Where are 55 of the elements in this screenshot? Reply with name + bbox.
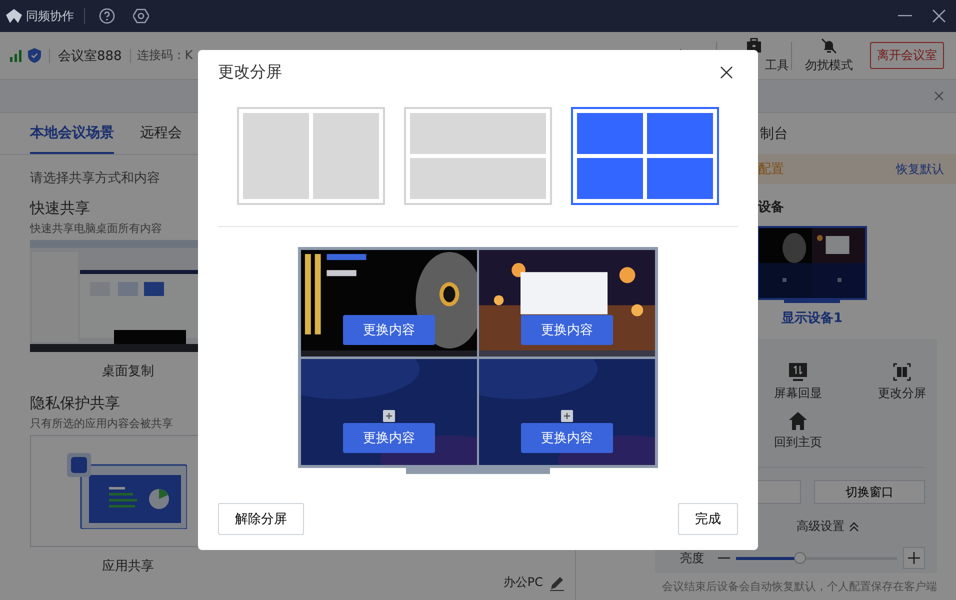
option-label: 应用共享 [101, 558, 155, 575]
change-content-button[interactable]: 更换内容 [521, 314, 613, 344]
option-label: 桌面复制 [101, 363, 155, 380]
plus-icon[interactable] [908, 552, 920, 564]
change-content-button[interactable]: 更换内容 [521, 423, 613, 453]
footer-note: 会议结束后设备会自动恢复默认，个人配置保存在客户端 [661, 579, 938, 594]
display-name[interactable]: 显示设备1 [781, 309, 843, 327]
action-label[interactable]: 屏幕回显 [774, 385, 822, 402]
section-description: 只有所选的应用内容会被共享 [30, 416, 174, 431]
home-icon[interactable] [789, 412, 807, 430]
leave-room-button[interactable]: 离开会议室 [870, 42, 944, 69]
connection-code: 连接码：K [136, 47, 193, 64]
room-name: 会议室888 [58, 48, 122, 64]
close-icon[interactable] [720, 66, 733, 78]
clear-split-button[interactable]: 解除分屏 [218, 503, 304, 535]
dialog-title: 更改分屏 [218, 62, 282, 82]
change-content-button[interactable]: 更换内容 [343, 314, 435, 344]
tool-label[interactable]: 工具 [765, 56, 789, 74]
chevron-up-icon[interactable] [848, 522, 858, 532]
plus-icon[interactable] [383, 410, 395, 422]
tool-label[interactable]: 勿扰模式 [805, 56, 853, 74]
device-name: 办公PC [503, 574, 543, 591]
plus-icon[interactable] [561, 410, 573, 422]
signal-icon [10, 50, 22, 62]
section-title: 快速共享 [30, 199, 91, 218]
tab[interactable]: 制台 [760, 124, 788, 142]
switch-window-button[interactable]: 切换窗口 [814, 480, 925, 504]
close-icon[interactable] [932, 9, 946, 23]
pencil-icon[interactable] [549, 574, 565, 590]
section-title: 隐私保护共享 [30, 394, 121, 413]
prompt-text: 请选择共享方式和内容 [30, 170, 161, 187]
app-name: 同频协作 [26, 8, 74, 24]
layout-option[interactable] [571, 107, 719, 205]
advanced-settings-toggle[interactable]: 高级设置 [796, 518, 844, 535]
selection-bar [784, 300, 840, 303]
tab[interactable]: 远程会 [140, 113, 182, 154]
restore-default-link[interactable]: 恢复默认 [896, 160, 944, 178]
notice-text: 配置 [758, 161, 784, 178]
section-description: 快速共享电脑桌面所有内容 [30, 221, 163, 236]
brightness-label: 亮度 [679, 550, 705, 566]
plus-button[interactable] [903, 547, 925, 569]
action-label[interactable]: 更改分屏 [878, 385, 926, 402]
section-title: 设备 [757, 199, 785, 216]
bell-off-icon[interactable] [821, 38, 837, 54]
shield-icon [28, 48, 41, 63]
settings-icon[interactable] [133, 8, 149, 24]
action-label[interactable]: 回到主页 [774, 434, 822, 451]
tab[interactable]: 本地会议场景 [30, 113, 114, 154]
split-screen-icon[interactable] [893, 363, 911, 381]
minimize-icon[interactable] [898, 15, 912, 17]
done-button[interactable]: 完成 [678, 503, 738, 535]
change-content-button[interactable]: 更换内容 [343, 423, 435, 453]
help-icon[interactable] [99, 8, 115, 24]
monitor-icon[interactable] [789, 363, 807, 381]
logo-icon [6, 9, 22, 23]
